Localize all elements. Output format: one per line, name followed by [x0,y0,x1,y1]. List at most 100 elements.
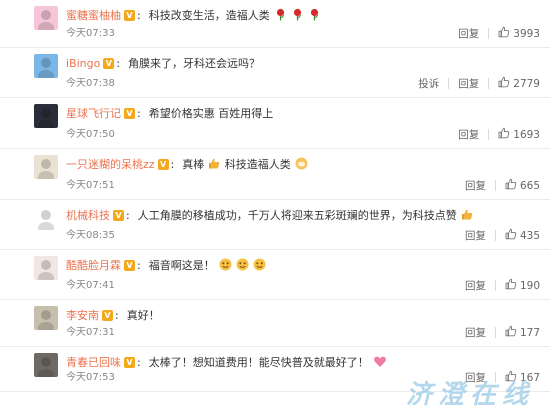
colon: : [137,107,141,120]
comment-time: 今天07:41 [66,280,115,291]
reply-link[interactable]: 回复 [465,278,486,293]
comment-row: 青春已回味 V: 太棒了！想知道费用！能尽快普及就最好了！ 今天07:53 回复 167 [0,347,550,392]
report-link[interactable]: 投诉 [418,76,439,91]
like-button[interactable]: 435 [505,228,540,243]
colon: : [115,309,119,322]
comment-row: 星球飞行记 V: 希望价格实惠 百姓用得上 今天07:50 回复 1693 [0,98,550,149]
reply-link[interactable]: 回复 [465,178,486,193]
rose-icon [291,8,304,21]
avatar[interactable] [34,353,58,377]
comment-row: 一只迷糊的呆桃zz V: 真棒 科技造福人类今天07:51 回复 665 [0,149,550,200]
verified-v-icon: V [124,357,135,368]
thumbs-up-icon [505,325,520,340]
reply-link[interactable]: 回复 [458,26,479,41]
username-link[interactable]: 酷酷脸月霖 [66,259,121,272]
thumbs-up-icon [505,228,520,243]
rose-icon [274,8,287,21]
thumbs-up-icon [461,208,474,221]
colon: : [116,57,121,70]
colon: : [137,259,141,272]
thumbs-up-icon [498,76,513,91]
comment-time: 今天07:31 [66,327,115,338]
like-button[interactable]: 665 [505,178,540,193]
comment-text-extra: 科技造福人类 [224,158,291,171]
colon: : [137,356,141,369]
comment-actions: 回复 167 [465,370,540,385]
reply-link[interactable]: 回复 [458,127,479,142]
divider [494,327,496,338]
thumbs-up-icon [505,370,520,385]
comment-text: 人工角膜的移植成功，千万人将迎来五彩斑斓的世界，为科技点赞 [137,209,457,222]
thumbs-up-icon [498,26,513,41]
like-button[interactable]: 3993 [498,26,540,41]
like-count: 3993 [513,27,540,40]
face-emoji-icon [253,258,266,271]
comment-row: 机械科技 V: 人工角膜的移植成功，千万人将迎来五彩斑斓的世界，为科技点赞 今天08:… [0,200,550,250]
avatar[interactable] [34,104,58,128]
divider [494,372,496,383]
like-count: 177 [519,326,540,339]
thumbs-up-icon [505,178,520,193]
comment-actions: 回复 435 [465,228,540,243]
like-button[interactable]: 190 [505,278,540,293]
username-link[interactable]: 一只迷糊的呆桃zz [66,158,155,171]
divider [448,78,450,89]
face-emoji-icon [219,258,232,271]
comment-list: 蜜糖蜜柚柚 V: 科技改变生活，造福人类今天07:33 回复 3993 iBingo V: 角… [0,0,550,392]
colon: : [137,9,141,22]
comment-text: 希望价格实惠 百姓用得上 [148,107,274,120]
heart-emoji-icon [373,355,386,368]
comment-actions: 回复 190 [465,278,540,293]
reply-link[interactable]: 回复 [458,76,479,91]
comment-actions: 回复 177 [465,325,540,340]
comment-time: 今天07:53 [66,372,115,383]
divider [494,280,496,291]
thumbs-up-icon [498,127,513,142]
username-link[interactable]: 机械科技 [66,209,110,222]
comment-time: 今天07:51 [66,180,115,191]
clap-emoji-icon [295,157,308,170]
reply-link[interactable]: 回复 [465,325,486,340]
avatar[interactable] [34,54,58,78]
like-count: 1693 [513,128,540,141]
thumbs-up-icon [505,278,520,293]
like-count: 2779 [513,77,540,90]
comment-actions: 回复 665 [465,178,540,193]
comment-time: 今天07:50 [66,129,115,140]
reply-link[interactable]: 回复 [465,370,486,385]
username-link[interactable]: 蜜糖蜜柚柚 [66,9,121,22]
like-button[interactable]: 167 [505,370,540,385]
reply-link[interactable]: 回复 [465,228,486,243]
like-button[interactable]: 1693 [498,127,540,142]
comment-time: 今天07:38 [66,78,115,89]
divider [488,28,490,39]
like-count: 665 [519,179,540,192]
verified-v-icon: V [124,260,135,271]
username-link[interactable]: 星球飞行记 [66,107,121,120]
username-link[interactable]: 李安南 [66,309,99,322]
colon: : [170,158,175,171]
divider [488,129,490,140]
comment-text: 真棒 [182,158,205,171]
comment-row: 李安南 V: 真好！ 今天07:31 回复 177 [0,300,550,347]
comment-time: 今天07:33 [66,28,115,39]
verified-v-icon: V [157,159,169,170]
username-link[interactable]: iBingo [66,57,100,70]
comment-text: 真好！ [126,309,160,322]
like-button[interactable]: 2779 [498,76,540,91]
comment-text: 科技改变生活，造福人类 [148,9,270,22]
avatar[interactable] [34,256,58,280]
comment-text: 角膜来了，牙科还会远吗？ [128,57,261,70]
avatar[interactable] [34,6,58,30]
divider [488,78,490,89]
avatar[interactable] [34,206,58,230]
divider [494,180,496,191]
avatar[interactable] [34,306,58,330]
avatar[interactable] [34,155,58,179]
comment-row: iBingo V: 角膜来了，牙科还会远吗？ 今天07:38 投诉 回复 2779 [0,48,550,98]
face-emoji-icon [236,258,249,271]
colon: : [126,209,130,222]
comment-row: 蜜糖蜜柚柚 V: 科技改变生活，造福人类 今天07:33 回复 3993 [0,0,550,48]
verified-v-icon: V [113,210,124,221]
like-button[interactable]: 177 [505,325,540,340]
